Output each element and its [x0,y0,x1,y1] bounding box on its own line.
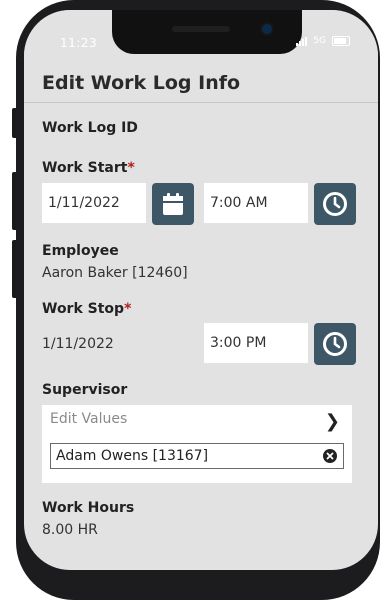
edit-values-link[interactable]: Edit Values [50,411,127,427]
status-bar: 11:23 5G [24,10,378,70]
signal-icon [296,36,308,46]
work-stop-clock-button[interactable] [314,323,356,365]
work-start-time-value: 7:00 AM [210,195,268,211]
work-stop-label: Work Stop* [42,301,131,317]
required-mark: * [127,160,135,176]
supervisor-selected-field[interactable]: Adam Owens [13167] [50,443,344,469]
speaker-grille [172,26,230,32]
clear-icon[interactable] [323,449,337,463]
work-log-id-label: Work Log ID [42,120,138,136]
work-start-clock-button[interactable] [314,183,356,225]
work-stop-date-value: 1/11/2022 [42,336,114,352]
employee-label: Employee [42,243,119,259]
supervisor-selected-value: Adam Owens [13167] [56,448,209,464]
required-mark: * [124,301,132,317]
notch [112,10,302,54]
work-start-time-field[interactable]: 7:00 AM [204,183,308,223]
clock-icon [323,192,347,216]
page-title: Edit Work Log Info [42,72,241,94]
work-stop-time-value: 3:00 PM [210,335,267,351]
work-hours-value: 8.00 HR [42,522,98,538]
work-start-label-text: Work Start [42,160,128,176]
network-label: 5G [313,36,326,46]
work-stop-time-field[interactable]: 3:00 PM [204,323,308,363]
work-start-date-value: 1/11/2022 [48,195,120,211]
front-camera [262,24,272,34]
clock-icon [323,332,347,356]
battery-icon [332,36,350,46]
calendar-icon [163,193,183,215]
status-icons: 5G [296,36,350,46]
employee-value: Aaron Baker [12460] [42,265,188,281]
app-header: Edit Work Log Info [24,70,378,103]
work-start-date-field[interactable]: 1/11/2022 [42,183,146,223]
supervisor-label: Supervisor [42,382,128,398]
work-stop-label-text: Work Stop [42,301,125,317]
work-start-calendar-button[interactable] [152,183,194,225]
work-start-label: Work Start* [42,160,135,176]
supervisor-panel: Edit Values ❯ Adam Owens [13167] [42,405,352,483]
phone-screen: 11:23 5G Edit Work Log Info Work Log ID … [24,10,378,570]
work-hours-label: Work Hours [42,500,135,516]
status-time: 11:23 [60,36,98,50]
chevron-right-icon[interactable]: ❯ [325,411,340,432]
